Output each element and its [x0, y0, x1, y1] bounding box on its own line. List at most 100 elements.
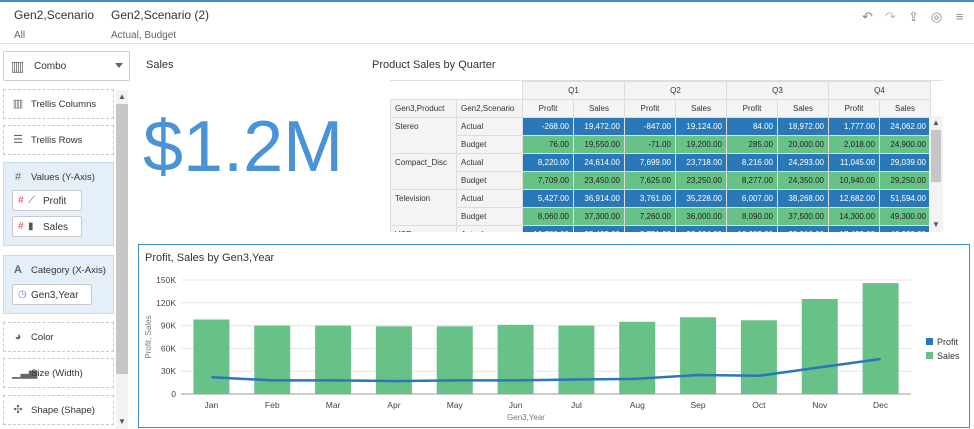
value-cell[interactable]: 19,472.00: [573, 117, 625, 136]
scroll-thumb[interactable]: [931, 130, 941, 182]
redo-icon[interactable]: ↷: [882, 8, 899, 25]
slot-size[interactable]: ▁▃▅ Size (Width): [3, 358, 114, 388]
value-cell[interactable]: 23,250.00: [675, 171, 727, 190]
value-cell[interactable]: 24,293.00: [777, 153, 829, 172]
value-cell[interactable]: 51,594.00: [879, 189, 931, 208]
value-cell[interactable]: -71.00: [624, 135, 676, 154]
value-cell[interactable]: 29,039.00: [879, 153, 931, 172]
slot-shape[interactable]: ✣ Shape (Shape): [3, 395, 114, 425]
value-cell[interactable]: 19,124.00: [675, 117, 727, 136]
value-cell[interactable]: 20,000.00: [777, 135, 829, 154]
value-cell[interactable]: 23,450.00: [573, 171, 625, 190]
x-tick-label: Oct: [752, 400, 766, 410]
value-cell[interactable]: 35,405.00: [573, 225, 625, 232]
value-cell[interactable]: 76.00: [522, 135, 574, 154]
slot-trellis-columns[interactable]: ▥ Trellis Columns: [3, 89, 114, 119]
value-cell[interactable]: 8,220.00: [522, 153, 574, 172]
scroll-thumb[interactable]: [116, 104, 128, 374]
table-row: Budget 7,709.00 23,450.00 7,625.00 23,250.00…: [391, 171, 931, 190]
value-chip-sales[interactable]: # ▮ Sales: [12, 216, 82, 237]
share-icon[interactable]: ⇪: [905, 8, 922, 25]
value-cell[interactable]: 10,940.00: [828, 171, 880, 190]
hash-icon: #: [14, 171, 22, 183]
value-chip-profit[interactable]: # ⟋ Profit: [12, 190, 82, 211]
value-cell[interactable]: -847.00: [624, 117, 676, 136]
slot-label: Trellis Columns: [31, 99, 97, 110]
chevron-down-icon[interactable]: ▼: [932, 221, 940, 229]
value-cell[interactable]: 8,090.00: [726, 207, 778, 226]
slot-category[interactable]: A Category (X-Axis) ◷ Gen3,Year: [3, 255, 114, 314]
category-chip-year[interactable]: ◷ Gen3,Year: [12, 284, 92, 305]
value-cell[interactable]: 10,780.00: [522, 225, 574, 232]
pivot-scrollbar[interactable]: ▲ ▼: [929, 116, 943, 232]
value-cell[interactable]: 14,300.00: [828, 207, 880, 226]
value-cell[interactable]: 3,761.00: [624, 189, 676, 208]
value-cell[interactable]: 8,277.00: [726, 171, 778, 190]
value-cell[interactable]: 10,603.00: [726, 225, 778, 232]
value-cell[interactable]: 7,709.00: [522, 171, 574, 190]
value-cell[interactable]: 46,932.00: [879, 225, 931, 232]
value-cell[interactable]: 17,422.00: [828, 225, 880, 232]
scenario-cell: Budget: [456, 171, 523, 190]
sales-bar: [497, 324, 534, 394]
value-cell[interactable]: 33,604.00: [675, 225, 727, 232]
value-cell[interactable]: 84.00: [726, 117, 778, 136]
value-cell[interactable]: 24,350.00: [777, 171, 829, 190]
value-cell[interactable]: 24,062.00: [879, 117, 931, 136]
value-cell[interactable]: 38,268.00: [777, 189, 829, 208]
pivot-corner: [390, 81, 523, 100]
sales-bar: [315, 325, 352, 394]
value-cell[interactable]: 24,900.00: [879, 135, 931, 154]
value-cell[interactable]: 18,972.00: [777, 117, 829, 136]
chevron-up-icon[interactable]: ▲: [932, 119, 940, 127]
menu-icon[interactable]: ≡: [951, 8, 968, 25]
value-cell[interactable]: 19,200.00: [675, 135, 727, 154]
y-tick-label: 90K: [161, 321, 176, 331]
slot-trellis-rows[interactable]: ☰ Trellis Rows: [3, 125, 114, 155]
value-cell[interactable]: 29,250.00: [879, 171, 931, 190]
filter-title: Gen2,Scenario (2): [111, 8, 210, 22]
value-cell[interactable]: 37,500.00: [777, 207, 829, 226]
compass-icon[interactable]: ◎: [928, 8, 945, 25]
grammar-panel: ▥ Combo ▥ Trellis Columns ☰ Trellis Rows…: [0, 45, 134, 429]
slot-values[interactable]: # Values (Y-Axis) # ⟋ Profit # ▮ Sales: [3, 162, 114, 246]
value-cell[interactable]: 7,625.00: [624, 171, 676, 190]
value-cell[interactable]: 8,751.00: [624, 225, 676, 232]
value-cell[interactable]: 285.00: [726, 135, 778, 154]
value-cell[interactable]: 8,060.00: [522, 207, 574, 226]
value-cell[interactable]: 7,260.00: [624, 207, 676, 226]
value-cell[interactable]: 19,550.00: [573, 135, 625, 154]
filter-title: Gen2,Scenario: [14, 8, 95, 22]
filter-gen2-scenario[interactable]: Gen2,Scenario All: [14, 8, 94, 41]
value-cell[interactable]: 1,777.00: [828, 117, 880, 136]
panel-scrollbar[interactable]: ▲ ▼: [116, 90, 128, 429]
value-cell[interactable]: 5,427.00: [522, 189, 574, 208]
scenario-cell: Actual: [456, 225, 523, 232]
value-cell[interactable]: 23,718.00: [675, 153, 727, 172]
value-cell[interactable]: 36,914.00: [573, 189, 625, 208]
chevron-down-icon[interactable]: ▼: [118, 418, 126, 426]
line-chart-icon: ⟋: [28, 195, 35, 206]
quarter-header: Q2: [624, 81, 727, 100]
value-cell[interactable]: 6,007.00: [726, 189, 778, 208]
value-cell[interactable]: 35,816.00: [777, 225, 829, 232]
measure-header: Sales: [675, 99, 727, 118]
value-cell[interactable]: 8,216.00: [726, 153, 778, 172]
filter-gen2-scenario-2[interactable]: Gen2,Scenario (2) Actual, Budget: [111, 8, 209, 41]
value-cell[interactable]: 36,000.00: [675, 207, 727, 226]
viz-type-select[interactable]: ▥ Combo: [3, 51, 130, 81]
pivot-table[interactable]: Q1 Q2 Q3 Q4 Gen3,Product Gen2,Scenario Profit S…: [390, 80, 943, 232]
value-cell[interactable]: 24,614.00: [573, 153, 625, 172]
value-cell[interactable]: 7,699.00: [624, 153, 676, 172]
value-cell[interactable]: 49,300.00: [879, 207, 931, 226]
filter-value: All: [14, 30, 26, 41]
value-cell[interactable]: -268.00: [522, 117, 574, 136]
slot-color[interactable]: ◕ Color: [3, 322, 114, 352]
value-cell[interactable]: 11,045.00: [828, 153, 880, 172]
value-cell[interactable]: 35,228.00: [675, 189, 727, 208]
value-cell[interactable]: 37,300.00: [573, 207, 625, 226]
chevron-up-icon[interactable]: ▲: [118, 93, 126, 101]
value-cell[interactable]: 2,018.00: [828, 135, 880, 154]
undo-icon[interactable]: ↶: [859, 8, 876, 25]
value-cell[interactable]: 12,682.00: [828, 189, 880, 208]
